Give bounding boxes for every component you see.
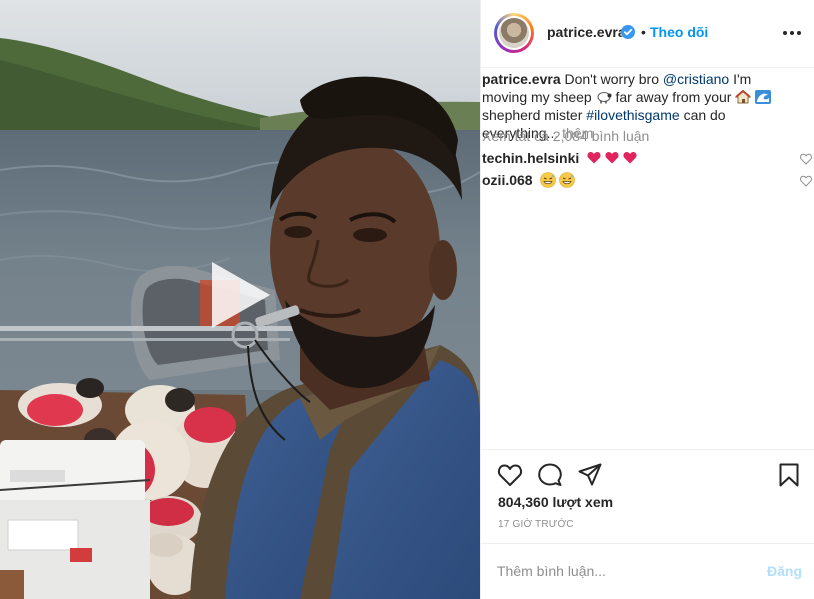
red-heart-icon xyxy=(587,152,601,164)
view-count[interactable]: 804,360 lượt xem xyxy=(498,494,613,510)
action-bar xyxy=(481,449,814,497)
post-side-panel: patrice.evra • Theo dõi patrice.evra Don… xyxy=(480,0,814,599)
comment-emoji xyxy=(587,150,641,166)
paper-plane-icon[interactable] xyxy=(577,462,603,488)
caption-username[interactable]: patrice.evra xyxy=(482,71,561,87)
post-dialog: patrice.evra • Theo dõi patrice.evra Don… xyxy=(0,0,814,599)
view-all-comments-link[interactable]: Xem tất cả 2,084 bình luận xyxy=(482,128,649,144)
post-video[interactable] xyxy=(0,0,480,599)
play-icon[interactable] xyxy=(206,258,276,332)
house-emoji-icon xyxy=(734,89,752,104)
avatar-image xyxy=(499,18,529,48)
header-separator: • xyxy=(641,24,646,40)
comment-item: ozii.068 xyxy=(482,172,812,192)
story-ring[interactable] xyxy=(494,13,534,53)
comment-username[interactable]: ozii.068 xyxy=(482,172,533,188)
sheep-emoji-icon xyxy=(597,92,612,104)
bookmark-icon[interactable] xyxy=(776,462,802,488)
comment-username[interactable]: techin.helsinki xyxy=(482,150,579,166)
add-comment-input[interactable] xyxy=(497,561,747,581)
heart-outline-icon[interactable] xyxy=(497,462,523,488)
caption-text: far away from your xyxy=(615,89,732,105)
post-timestamp[interactable]: 17 GIỜ TRƯỚC xyxy=(498,519,574,530)
caption-hashtag[interactable]: #ilovethisgame xyxy=(586,107,679,123)
follow-button[interactable]: Theo dõi xyxy=(650,24,708,40)
grinning-sweat-icon xyxy=(559,172,576,188)
post-header: patrice.evra • Theo dõi xyxy=(481,0,814,68)
heart-outline-icon[interactable] xyxy=(800,153,812,165)
grinning-sweat-icon xyxy=(540,172,557,188)
more-options-icon[interactable] xyxy=(781,22,803,44)
caption-mention[interactable]: @cristiano xyxy=(663,71,729,87)
caption-text: Don't worry bro xyxy=(564,71,659,87)
comment-bubble-icon[interactable] xyxy=(537,462,563,488)
avatar[interactable] xyxy=(497,16,531,50)
comment-item: techin.helsinki xyxy=(482,150,812,170)
red-heart-icon xyxy=(605,152,619,164)
heart-outline-icon[interactable] xyxy=(800,175,812,187)
add-comment-section: Đăng xyxy=(481,543,814,599)
header-username[interactable]: patrice.evra xyxy=(547,24,626,40)
caption-text: shepherd mister xyxy=(482,107,583,123)
post-comment-button[interactable]: Đăng xyxy=(767,563,802,579)
verified-badge-icon xyxy=(621,25,635,39)
wave-emoji-icon xyxy=(755,90,772,104)
comment-emoji xyxy=(540,172,578,188)
red-heart-icon xyxy=(623,152,637,164)
